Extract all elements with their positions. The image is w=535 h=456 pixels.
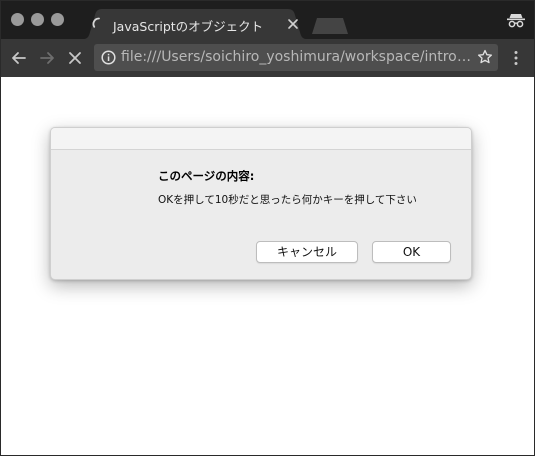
info-icon[interactable]	[101, 50, 116, 65]
tab-title: JavaScriptのオブジェクト	[113, 19, 264, 34]
dialog-header	[51, 128, 471, 150]
cancel-button[interactable]: キャンセル	[256, 241, 358, 263]
window-zoom-button[interactable]	[51, 13, 64, 26]
back-arrow-icon[interactable]	[10, 49, 28, 67]
kebab-menu-icon[interactable]	[513, 50, 519, 66]
dialog-title: このページの内容:	[158, 169, 255, 183]
forward-arrow-icon[interactable]	[38, 49, 56, 67]
toolbar: file:///Users/soichiro_yoshimura/workspa…	[1, 39, 534, 77]
browser-window: JavaScriptのオブジェクト file:///Users/soichiro…	[0, 0, 535, 456]
tab-strip: JavaScriptのオブジェクト	[1, 1, 534, 39]
loading-spinner-icon	[92, 17, 100, 28]
close-icon[interactable]	[287, 18, 299, 30]
star-icon[interactable]	[477, 49, 493, 65]
address-bar[interactable]: file:///Users/soichiro_yoshimura/workspa…	[94, 44, 498, 71]
new-tab-button[interactable]	[312, 18, 348, 34]
url-text[interactable]: file:///Users/soichiro_yoshimura/workspa…	[121, 49, 471, 65]
ok-button[interactable]: OK	[372, 241, 451, 263]
stop-icon[interactable]	[66, 49, 84, 67]
incognito-icon	[507, 14, 525, 28]
page-content: このページの内容: OKを押して10秒だと思ったら何かキーを押して下さい キャン…	[1, 77, 534, 455]
alert-dialog: このページの内容: OKを押して10秒だと思ったら何かキーを押して下さい キャン…	[50, 127, 472, 280]
dialog-message: OKを押して10秒だと思ったら何かキーを押して下さい	[158, 194, 417, 206]
tab-active[interactable]: JavaScriptのオブジェクト	[83, 9, 307, 39]
window-close-button[interactable]	[11, 13, 24, 26]
window-minimize-button[interactable]	[31, 13, 44, 26]
